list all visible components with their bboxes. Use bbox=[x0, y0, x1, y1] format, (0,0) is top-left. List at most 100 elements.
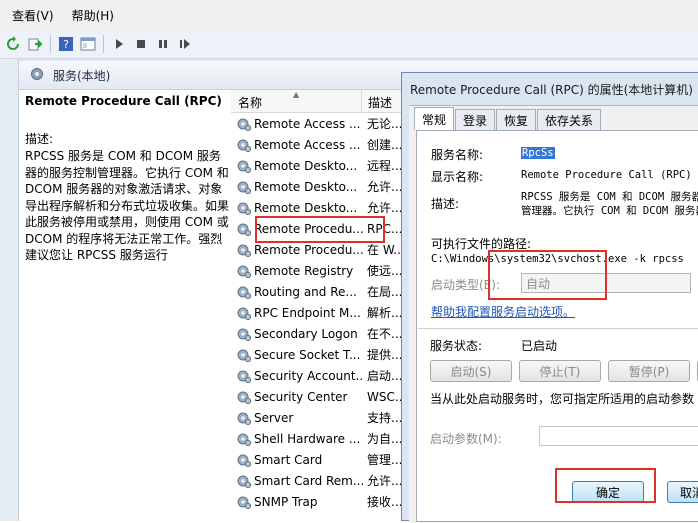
table-row[interactable]: SNMP Trap 接收... bbox=[231, 491, 406, 512]
description-text: RPCSS 服务是 COM 和 DCOM 服务器的服务控制管理器。它执行 COM… bbox=[25, 149, 230, 262]
start-button[interactable]: 启动(S) bbox=[430, 360, 512, 382]
stop-button[interactable]: 停止(T) bbox=[519, 360, 601, 382]
start-params-input[interactable] bbox=[539, 426, 698, 446]
menu-view[interactable]: 查看(V) bbox=[6, 7, 60, 24]
toolbar-separator bbox=[50, 35, 51, 53]
table-row[interactable]: Security Account... 启动... bbox=[231, 365, 406, 386]
dialog-title: Remote Procedure Call (RPC) 的属性(本地计算机) bbox=[410, 83, 693, 97]
gear-icon bbox=[236, 242, 252, 258]
menu-help[interactable]: 帮助(H) bbox=[66, 7, 120, 24]
table-row[interactable]: Remote Access ... 无论... bbox=[231, 113, 406, 134]
column-header-description[interactable]: 描述 bbox=[368, 94, 392, 111]
export-icon[interactable] bbox=[26, 35, 44, 53]
gear-icon bbox=[236, 137, 252, 153]
display-name-label: 显示名称: bbox=[431, 170, 484, 184]
service-name-cell: Routing and Re... bbox=[254, 284, 357, 299]
help-icon[interactable]: ? bbox=[57, 35, 75, 53]
table-row[interactable]: RPC Endpoint M... 解析... bbox=[231, 302, 406, 323]
table-row[interactable]: Remote Registry 使远... bbox=[231, 260, 406, 281]
gear-icon bbox=[236, 326, 252, 342]
pause-icon[interactable] bbox=[154, 35, 172, 53]
start-params-hint: 当从此处启动服务时，您可指定所适用的启动参数 bbox=[430, 392, 695, 406]
column-headers: ▲ 名称 描述 bbox=[231, 90, 406, 113]
dialog-tabs: 常规 登录 恢复 依存关系 bbox=[414, 107, 602, 131]
gear-icon bbox=[236, 473, 252, 489]
panel-title: 服务(本地) bbox=[53, 68, 111, 83]
service-name-cell: Remote Deskto... bbox=[254, 158, 358, 173]
table-row[interactable]: Smart Card 管理... bbox=[231, 449, 406, 470]
service-name-cell: RPC Endpoint M... bbox=[254, 305, 361, 320]
service-name-cell: SNMP Trap bbox=[254, 494, 318, 509]
gear-icon bbox=[236, 410, 252, 426]
service-status-label: 服务状态: bbox=[430, 339, 483, 353]
pause-button[interactable]: 暂停(P) bbox=[608, 360, 690, 382]
service-name-cell: Remote Procedu... bbox=[254, 242, 364, 257]
play-icon[interactable] bbox=[110, 35, 128, 53]
description-pane: Remote Procedure Call (RPC) 描述: RPCSS 服务… bbox=[19, 90, 231, 521]
gear-icon bbox=[236, 452, 252, 468]
display-name-value[interactable]: Remote Procedure Call (RPC) bbox=[521, 169, 692, 181]
highlight-selected-service bbox=[255, 216, 385, 243]
tab-recovery[interactable]: 恢复 bbox=[496, 109, 537, 130]
gear-icon bbox=[236, 284, 252, 300]
service-list: ▲ 名称 描述 Remote Access ... 无论... Remote Acc… bbox=[231, 90, 406, 521]
service-name-label: 服务名称: bbox=[431, 148, 484, 162]
tab-dependencies[interactable]: 依存关系 bbox=[537, 109, 602, 130]
table-row[interactable]: Remote Deskto... 允许... bbox=[231, 176, 406, 197]
general-tab-page: 服务名称: RpcSs 显示名称: Remote Procedure Call … bbox=[416, 130, 698, 522]
tab-general[interactable]: 常规 bbox=[414, 107, 455, 130]
restart-icon[interactable] bbox=[176, 35, 194, 53]
service-name-cell: Remote Access ... bbox=[254, 116, 361, 131]
table-row[interactable]: Security Center WSC... bbox=[231, 386, 406, 407]
table-row[interactable]: Remote Deskto... 远程... bbox=[231, 155, 406, 176]
description-field-line2: 管理器。它执行 COM 和 DCOM 服务器 bbox=[521, 205, 698, 217]
table-row[interactable]: Secure Socket T... 提供... bbox=[231, 344, 406, 365]
gear-icon bbox=[236, 368, 252, 384]
gear-icon bbox=[236, 158, 252, 174]
tab-logon[interactable]: 登录 bbox=[455, 109, 496, 130]
gear-icon bbox=[236, 494, 252, 510]
table-row[interactable]: Secondary Logon 在不... bbox=[231, 323, 406, 344]
service-status-value: 已启动 bbox=[521, 339, 558, 353]
column-header-name[interactable]: 名称 bbox=[238, 94, 262, 111]
service-name-cell: Remote Deskto... bbox=[254, 179, 358, 194]
service-name-cell: Secondary Logon bbox=[254, 326, 358, 341]
column-divider[interactable] bbox=[361, 90, 362, 112]
table-row[interactable]: Remote Deskto... 允许... bbox=[231, 197, 406, 218]
sort-ascending-icon: ▲ bbox=[293, 90, 300, 99]
service-name-cell: Shell Hardware ... bbox=[254, 431, 361, 446]
service-name-cell: Remote Deskto... bbox=[254, 200, 358, 215]
service-name-cell: Smart Card bbox=[254, 452, 323, 467]
console-icon[interactable] bbox=[79, 35, 97, 53]
refresh-icon[interactable] bbox=[4, 35, 22, 53]
gear-icon bbox=[236, 305, 252, 321]
gear-icon bbox=[236, 179, 252, 195]
table-row[interactable]: Remote Access ... 创建... bbox=[231, 134, 406, 155]
selected-service-name: Remote Procedure Call (RPC) bbox=[25, 94, 222, 108]
svg-text:?: ? bbox=[63, 38, 69, 51]
service-name-cell: Security Account... bbox=[254, 368, 364, 383]
table-row[interactable]: Routing and Re... 在局... bbox=[231, 281, 406, 302]
toolbar-separator bbox=[103, 35, 104, 53]
help-configure-link[interactable]: 帮助我配置服务启动选项。 bbox=[431, 303, 575, 320]
toolbar: ? bbox=[0, 30, 698, 59]
separator bbox=[418, 328, 698, 329]
service-name-cell: Smart Card Rem... bbox=[254, 473, 364, 488]
gear-icon bbox=[236, 347, 252, 363]
cancel-button[interactable]: 取消 bbox=[667, 481, 698, 503]
gear-icon bbox=[236, 200, 252, 216]
console-tree-strip bbox=[0, 59, 19, 521]
table-row[interactable]: Server 支持... bbox=[231, 407, 406, 428]
stop-icon[interactable] bbox=[132, 35, 150, 53]
service-name-value[interactable]: RpcSs bbox=[521, 147, 555, 159]
description-label: 描述: bbox=[25, 132, 54, 146]
gear-icon bbox=[236, 221, 252, 237]
service-name-cell: Server bbox=[254, 410, 294, 425]
gear-icon bbox=[236, 263, 252, 279]
gear-icon bbox=[236, 389, 252, 405]
table-row[interactable]: Shell Hardware ... 为自... bbox=[231, 428, 406, 449]
gear-icon bbox=[236, 116, 252, 132]
highlight-ok-button bbox=[555, 468, 656, 503]
gear-icon bbox=[236, 431, 252, 447]
table-row[interactable]: Smart Card Rem... 允许... bbox=[231, 470, 406, 491]
